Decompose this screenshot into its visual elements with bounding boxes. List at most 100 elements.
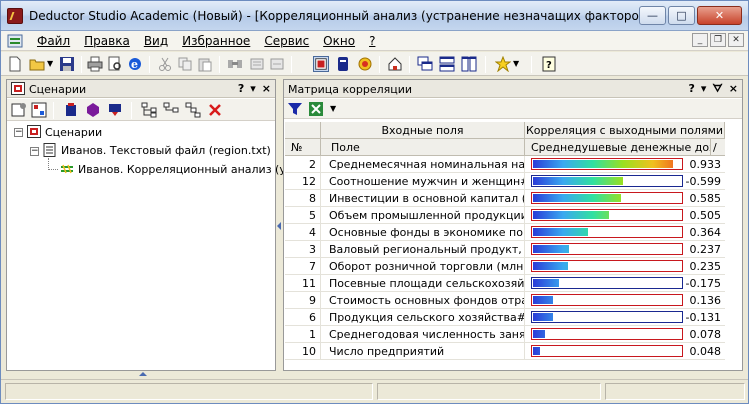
cell-field: Стоимость основных фондов отра... bbox=[321, 292, 525, 309]
mdi-restore-button[interactable]: ❐ bbox=[710, 33, 726, 47]
menu-file[interactable]: Файл bbox=[37, 34, 70, 48]
toolbar-separator bbox=[131, 102, 132, 119]
process-wizard-icon[interactable] bbox=[85, 102, 101, 118]
table-row[interactable]: 12Соотношение мужчин и женщин# (... -0.59… bbox=[285, 173, 725, 190]
export-wizard-icon[interactable] bbox=[107, 102, 123, 118]
toolbar-separator bbox=[53, 102, 54, 119]
col-header-field[interactable]: Поле bbox=[321, 139, 525, 156]
app-logo-icon bbox=[7, 8, 23, 24]
scenarios-panel-header: Сценарии ? ▾ × bbox=[7, 80, 275, 98]
matrix-close-button[interactable]: × bbox=[729, 82, 738, 96]
tree-collapse-icon[interactable] bbox=[163, 102, 179, 118]
close-button[interactable]: ✕ bbox=[697, 6, 742, 25]
correlation-value: 0.585 bbox=[689, 192, 722, 205]
table-row[interactable]: 10 Число предприятий 0.048 bbox=[285, 343, 725, 360]
menu-window[interactable]: Окно bbox=[323, 34, 355, 48]
print-icon[interactable] bbox=[87, 56, 103, 72]
cell-num: 1 bbox=[285, 326, 321, 343]
status-cell-secondary bbox=[377, 383, 601, 400]
table-row[interactable]: 8 Инвестиции в основной капитал (... 0.585 bbox=[285, 190, 725, 207]
database-icon[interactable] bbox=[335, 56, 351, 72]
table-row[interactable]: 11 Посевные площади сельскохозяй... -0.175 bbox=[285, 275, 725, 292]
scenarios-close-button[interactable]: × bbox=[262, 82, 271, 95]
find-icon[interactable] bbox=[227, 56, 243, 72]
svg-text:e: e bbox=[131, 58, 138, 71]
internet-explorer-icon[interactable]: e bbox=[127, 56, 143, 72]
menu-favorites[interactable]: Избранное bbox=[182, 34, 250, 48]
table-row[interactable]: 9 Стоимость основных фондов отра... 0.136 bbox=[285, 292, 725, 309]
app-window: Deductor Studio Academic (Новый) - [Корр… bbox=[0, 0, 749, 404]
minimize-button[interactable]: — bbox=[639, 6, 666, 25]
open-folder-icon[interactable] bbox=[29, 56, 45, 72]
toolbar-separator bbox=[409, 56, 410, 73]
panel-splitter-icon[interactable] bbox=[277, 206, 281, 246]
scenarios-menu-button[interactable]: ▾ bbox=[250, 82, 256, 95]
copy-icon[interactable] bbox=[177, 56, 193, 72]
excel-export-icon[interactable] bbox=[308, 101, 324, 117]
favorites-dropdown-icon[interactable]: ▼ bbox=[513, 59, 521, 75]
export-dropdown-icon[interactable]: ▼ bbox=[330, 104, 338, 120]
save-icon[interactable] bbox=[59, 56, 75, 72]
cascade-icon[interactable] bbox=[417, 56, 433, 72]
correlation-value: 0.136 bbox=[689, 294, 722, 307]
mdi-close-button[interactable]: ✕ bbox=[728, 33, 744, 47]
menu-edit[interactable]: Правка bbox=[84, 34, 130, 48]
menu-view[interactable]: Вид bbox=[144, 34, 168, 48]
tile-horizontal-icon[interactable] bbox=[439, 56, 455, 72]
cell-field: Соотношение мужчин и женщин# (... bbox=[321, 173, 525, 190]
grid-group-header: Входные поля Корреляция с выходными поля… bbox=[285, 122, 725, 139]
status-cell-tertiary bbox=[605, 383, 745, 400]
wizard-icon[interactable] bbox=[357, 56, 373, 72]
run-node-icon[interactable] bbox=[63, 102, 79, 118]
menu-service[interactable]: Сервис bbox=[264, 34, 309, 48]
maximize-button[interactable]: □ bbox=[668, 6, 695, 25]
sort-indicator[interactable]: / bbox=[711, 139, 725, 156]
find-next-icon[interactable] bbox=[249, 56, 265, 72]
scenarios-panel-icon[interactable] bbox=[313, 56, 329, 72]
new-document-icon[interactable] bbox=[7, 56, 23, 72]
home-icon[interactable] bbox=[387, 56, 403, 72]
paste-icon[interactable] bbox=[197, 56, 213, 72]
col-header-num[interactable]: № bbox=[285, 139, 321, 156]
filter-icon[interactable] bbox=[287, 101, 303, 117]
mdi-document-icon[interactable] bbox=[7, 34, 23, 48]
favorites-star-icon[interactable] bbox=[495, 56, 511, 72]
main-toolbar: ▼ e ▼ ? bbox=[1, 52, 748, 76]
tree-collapse-toggle[interactable]: − bbox=[30, 147, 39, 156]
matrix-help-button[interactable]: ? bbox=[689, 82, 695, 96]
scenario-properties-icon[interactable] bbox=[11, 102, 27, 118]
table-row[interactable]: 5 Объем промышленной продукции (... 0.505 bbox=[285, 207, 725, 224]
table-row[interactable]: 4 Основные фонды в экономике поп... 0.364 bbox=[285, 224, 725, 241]
matrix-undock-button[interactable]: ᗊ bbox=[712, 82, 722, 96]
print-preview-icon[interactable] bbox=[107, 56, 123, 72]
title-bar[interactable]: Deductor Studio Academic (Новый) - [Корр… bbox=[1, 1, 748, 31]
open-dropdown-icon[interactable]: ▼ bbox=[47, 59, 55, 75]
tree-expand-icon[interactable] bbox=[141, 102, 157, 118]
correlation-bar bbox=[531, 243, 683, 255]
help-icon[interactable]: ? bbox=[541, 56, 557, 72]
scenarios-help-button[interactable]: ? bbox=[238, 82, 244, 95]
table-row[interactable]: 3 Валовый региональный продукт, (... 0.237 bbox=[285, 241, 725, 258]
import-wizard-icon[interactable] bbox=[31, 102, 47, 118]
table-row[interactable]: 7 Оборот розничной торговли (млн#... 0.235 bbox=[285, 258, 725, 275]
correlation-bar-fill bbox=[533, 194, 621, 202]
matrix-menu-button[interactable]: ▾ bbox=[701, 82, 707, 96]
cut-icon[interactable] bbox=[157, 56, 173, 72]
bottom-splitter-icon[interactable] bbox=[123, 372, 163, 377]
table-row[interactable]: 1 Среднегодовая численность занят... 0.078 bbox=[285, 326, 725, 343]
tree-structure-icon[interactable] bbox=[185, 102, 201, 118]
cell-field: Валовый региональный продукт, (... bbox=[321, 241, 525, 258]
tree-item-label: Иванов. Текстовый файл (region.txt) bbox=[61, 144, 271, 157]
menu-help[interactable]: ? bbox=[369, 34, 375, 48]
correlation-bar bbox=[531, 209, 683, 221]
mdi-minimize-button[interactable]: _ bbox=[692, 33, 708, 47]
replace-icon[interactable] bbox=[269, 56, 285, 72]
cell-field: Число предприятий bbox=[321, 343, 525, 360]
col-header-output[interactable]: Среднедушевые денежные доход... bbox=[525, 139, 711, 156]
status-bar bbox=[1, 379, 748, 403]
tree-collapse-toggle[interactable]: − bbox=[14, 128, 23, 137]
table-row[interactable]: 6 Продукция сельского хозяйства# ... -0.13… bbox=[285, 309, 725, 326]
delete-icon[interactable] bbox=[207, 102, 223, 118]
tile-vertical-icon[interactable] bbox=[461, 56, 477, 72]
table-row[interactable]: 2 Среднемесячная номинальная на... 0.933 bbox=[285, 156, 725, 173]
